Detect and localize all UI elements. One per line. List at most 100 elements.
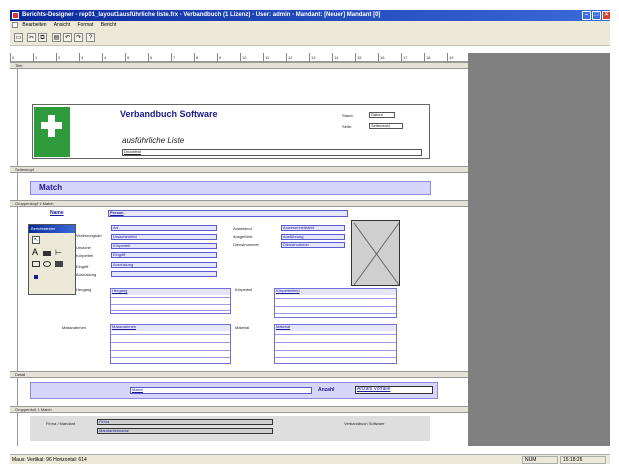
group-mid-field-0[interactable]: Anwesenheitsfeld — [281, 225, 345, 231]
maximize-button[interactable]: □ — [592, 11, 601, 20]
hergang-label: Hergang — [76, 287, 92, 292]
group-left-field-4[interactable]: Ausrüstung — [111, 262, 217, 268]
page-header-match-bar[interactable]: Match — [30, 181, 431, 195]
group-mid-field-1[interactable]: Ausführung — [281, 234, 345, 240]
barcode-tool-icon[interactable] — [34, 275, 38, 279]
status-position: Maus: Vertikal: 96 Horizontal: 614 — [12, 457, 87, 463]
ruler-tick: 15 — [355, 53, 362, 62]
image-placeholder-icon — [353, 222, 400, 286]
menu-item-ansicht[interactable]: Ansicht — [54, 22, 70, 28]
status-num: NUM — [522, 456, 558, 464]
hergang-memo[interactable]: Hergang — [110, 288, 231, 314]
horizontal-ruler: 0 1 2 3 4 5 6 7 8 9 10 11 12 13 14 15 16 17 18 19 — [10, 53, 468, 62]
detail-match-field[interactable]: Match — [130, 387, 312, 394]
footer-field-firma[interactable]: Firma — [97, 419, 273, 425]
help-icon[interactable]: ? — [86, 33, 95, 42]
field-toolbox[interactable]: Berichtsfelder ↖ A ⊢ — [28, 224, 76, 295]
stand-field[interactable]: Datum — [369, 112, 395, 118]
status-bar: Maus: Vertikal: 96 Horizontal: 614 NUM 1… — [10, 454, 610, 464]
material-memo[interactable]: Material — [274, 324, 397, 364]
first-aid-logo[interactable] — [34, 107, 70, 157]
ruler-tick: 13 — [309, 53, 316, 62]
band-label: Gruppenkopf 1 Match — [15, 201, 54, 206]
group-left-label-4: Ausrüstung — [76, 272, 97, 277]
rect-tool-icon[interactable] — [32, 261, 40, 267]
ruler-tick: 1 — [33, 53, 38, 62]
band-header-group[interactable]: Gruppenkopf 1 Match — [10, 200, 468, 207]
toolbox-title: Berichtsfelder — [29, 225, 75, 233]
group-left-field-3[interactable]: Eingriff — [111, 252, 217, 258]
copy-icon[interactable]: ⧉ — [38, 33, 47, 42]
group-mid-label-1: Ausgeführt — [233, 234, 253, 239]
koerperteil-label: Körperteil — [235, 287, 253, 292]
menu-item-bericht[interactable]: Bericht — [101, 22, 117, 28]
band-header-page[interactable]: Seitenkopf — [10, 166, 468, 173]
close-button[interactable]: × — [602, 11, 610, 20]
ruler-tick: 16 — [378, 53, 385, 62]
menu-item-format[interactable]: Format — [78, 22, 94, 28]
anzahl-label: Anzahl — [318, 387, 335, 393]
ruler-tick: 2 — [56, 53, 61, 62]
app-icon — [12, 12, 19, 19]
ruler-tick: 4 — [102, 53, 107, 62]
image-tool-icon[interactable] — [55, 261, 63, 267]
group-left-field-5[interactable] — [111, 271, 217, 277]
ruler-tick: 3 — [79, 53, 84, 62]
print-field[interactable]: Druckfeld — [122, 149, 422, 156]
band-header-title[interactable]: Titel — [10, 62, 468, 69]
report-subheading[interactable]: ausführliche Liste — [122, 136, 184, 145]
massnahmen-memo[interactable]: Massnahmen — [110, 324, 231, 364]
group-left-label-2: Körperteil — [76, 253, 94, 258]
band-header-detail[interactable]: Detail — [10, 371, 468, 378]
material-field[interactable]: Material — [275, 325, 396, 331]
band-label: Seitenkopf — [15, 167, 34, 172]
ruler-tick: 8 — [194, 53, 199, 62]
ruler-tick: 9 — [217, 53, 222, 62]
person-field[interactable]: Person — [108, 210, 348, 217]
ruler-tick: 14 — [332, 53, 339, 62]
footer-label: Firma / Mandant — [46, 421, 76, 426]
menu-bar: Bearbeiten Ansicht Format Bericht — [10, 21, 610, 30]
workspace-background — [468, 53, 610, 446]
group-left-field-2[interactable]: Körperteil — [111, 243, 217, 249]
undo-icon[interactable]: ↶ — [63, 33, 72, 42]
cut-icon[interactable]: ✂ — [27, 33, 36, 42]
paste-icon[interactable]: ▤ — [52, 33, 61, 42]
footer-field-mandant[interactable]: Mandantenname — [97, 428, 273, 434]
ellipse-tool-icon[interactable] — [43, 261, 51, 267]
band-label: Gruppenfuß 1 Match — [15, 407, 52, 412]
group-left-label-3: Eingriff — [76, 264, 89, 269]
ruler-tick: 18 — [424, 53, 431, 62]
hergang-field[interactable]: Hergang — [111, 289, 230, 295]
line-tool-icon[interactable]: ⊢ — [55, 249, 62, 257]
ruler-tick: 0 — [10, 53, 15, 62]
field-tool-icon[interactable] — [43, 251, 51, 256]
new-doc-icon[interactable]: ▭ — [14, 33, 23, 42]
pointer-icon[interactable]: ↖ — [32, 236, 40, 244]
document-icon — [12, 21, 18, 28]
ruler-tick: 6 — [148, 53, 153, 62]
group-left-label-1: Ursache — [76, 245, 91, 250]
ruler-tick: 17 — [401, 53, 408, 62]
minimize-button[interactable]: – — [582, 11, 591, 20]
koerperteil-memo[interactable]: Körperteilfeld — [274, 288, 397, 318]
vertical-ruler — [10, 62, 18, 446]
anzahl-field[interactable]: Anzahl Vorfälle — [355, 386, 433, 394]
footer-right-label: Verbandbuch Software — [344, 421, 385, 426]
group-mid-field-2[interactable]: Dienstnummer — [281, 242, 345, 248]
toolbar: ▭ ✂ ⧉ ▤ ↶ ↷ ? — [10, 30, 610, 46]
band-header-group-footer[interactable]: Gruppenfuß 1 Match — [10, 406, 468, 413]
koerperteil-field[interactable]: Körperteilfeld — [275, 289, 396, 295]
image-placeholder[interactable] — [351, 220, 400, 286]
group-left-field-0[interactable]: Art — [111, 225, 217, 231]
seite-field[interactable]: Seitenzahl — [369, 123, 403, 129]
report-heading[interactable]: Verbandbuch Software — [120, 109, 218, 119]
band-label: Titel — [15, 63, 23, 68]
stand-label: Stand: — [342, 113, 354, 118]
name-label[interactable]: Name — [50, 210, 64, 216]
massnahmen-field[interactable]: Massnahmen — [111, 325, 230, 331]
text-tool-icon[interactable]: A — [32, 248, 38, 257]
redo-icon[interactable]: ↷ — [74, 33, 83, 42]
group-left-field-1[interactable]: Ursachenfeld — [111, 234, 217, 240]
menu-item-bearbeiten[interactable]: Bearbeiten — [22, 22, 46, 28]
